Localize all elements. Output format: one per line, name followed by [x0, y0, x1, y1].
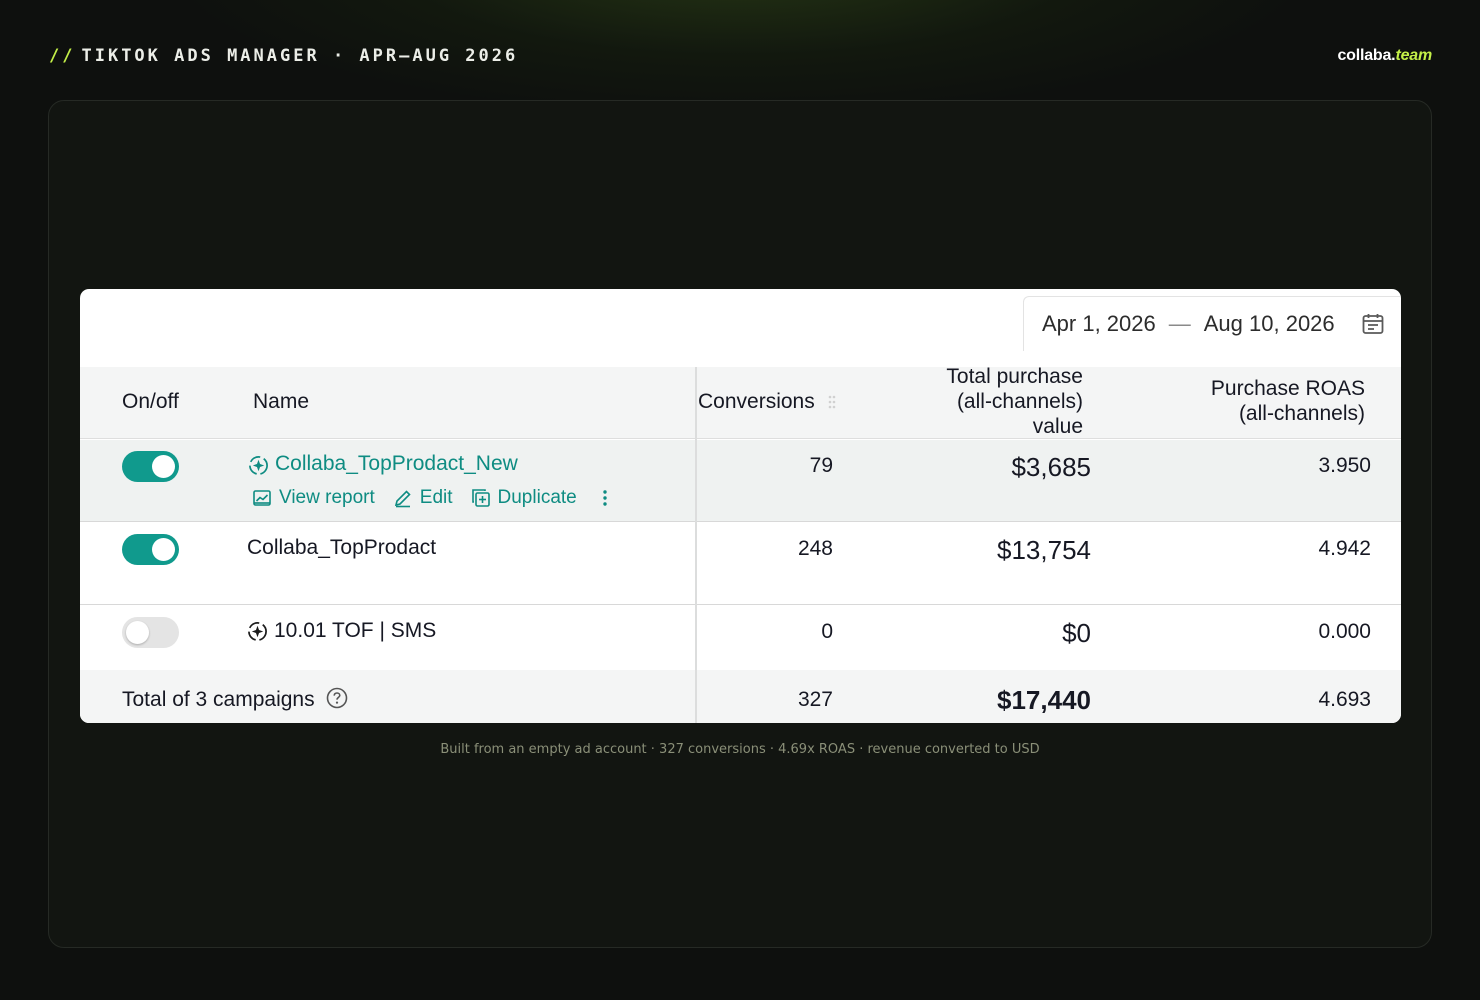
purchase-value-cell: $13,754: [997, 535, 1091, 565]
column-header-conversions[interactable]: Conversions: [698, 389, 837, 414]
drag-handle-icon[interactable]: [827, 394, 837, 410]
toggle-knob: [152, 455, 175, 478]
value-header-line2: (all-channels): [956, 390, 1083, 413]
roas-cell: 0.000: [1318, 620, 1371, 643]
total-purchase-value: $17,440: [997, 685, 1091, 715]
purchase-value-cell: $0: [1062, 618, 1091, 648]
total-label: Total of 3 campaigns: [122, 687, 348, 712]
calendar-icon[interactable]: [1361, 312, 1385, 336]
column-header-name[interactable]: Name: [253, 389, 309, 414]
table-row[interactable]: Collaba_TopProdact_New View report Edit: [80, 440, 1401, 522]
date-separator: —: [1168, 311, 1191, 336]
table-row[interactable]: 10.01 TOF | SMS 0 $0 0.000: [80, 606, 1401, 670]
campaign-toggle[interactable]: [122, 617, 179, 648]
title-slashes: //: [49, 46, 76, 66]
campaign-toggle[interactable]: [122, 451, 179, 482]
campaign-toggle[interactable]: [122, 534, 179, 565]
brand-main: collaba.: [1337, 47, 1396, 64]
brand-accent: team: [1395, 47, 1432, 64]
date-range-picker[interactable]: Apr 1, 2026 — Aug 10, 2026: [1023, 296, 1401, 351]
duplicate-icon: [471, 489, 490, 507]
roas-header-line1: Purchase ROAS: [1210, 377, 1365, 400]
value-header-line1: Total purchase: [946, 365, 1083, 388]
title-text: TIKTOK ADS MANAGER · APR–AUG 2026: [81, 46, 519, 66]
duplicate-label: Duplicate: [497, 487, 577, 508]
purchase-value-cell: $3,685: [1011, 452, 1091, 482]
value-header-line3: value: [1032, 415, 1083, 438]
campaign-name[interactable]: Collaba_TopProdact: [247, 536, 436, 560]
spark-icon: [248, 622, 267, 641]
report-icon: [253, 490, 271, 506]
total-conversions: 327: [797, 688, 833, 711]
date-start: Apr 1, 2026: [1042, 311, 1156, 336]
roas-cell: 3.950: [1318, 454, 1371, 477]
total-label-text: Total of 3 campaigns: [122, 688, 315, 711]
view-report-label: View report: [279, 487, 375, 508]
toggle-knob: [152, 538, 175, 561]
footnote: Built from an empty ad account · 327 con…: [440, 742, 1040, 757]
campaign-table-card: Apr 1, 2026 — Aug 10, 2026 On/off Name C…: [80, 289, 1401, 723]
campaign-name-link[interactable]: Collaba_TopProdact_New: [275, 452, 518, 476]
table-row[interactable]: Collaba_TopProdact 248 $13,754 4.942: [80, 523, 1401, 605]
toggle-knob: [126, 621, 149, 644]
total-roas: 4.693: [1318, 688, 1371, 711]
page-title: //TIKTOK ADS MANAGER · APR–AUG 2026: [49, 46, 518, 66]
row-actions: View report Edit Duplicate: [252, 487, 609, 509]
view-report-button[interactable]: View report: [252, 487, 375, 509]
spark-icon: [249, 456, 268, 475]
column-divider: [695, 367, 697, 723]
date-end: Aug 10, 2026: [1203, 311, 1335, 336]
conversions-header-label: Conversions: [698, 390, 815, 413]
brand-logo: collaba.team: [1337, 47, 1432, 65]
duplicate-button[interactable]: Duplicate: [471, 487, 577, 509]
conversions-cell: 248: [797, 537, 833, 560]
edit-button[interactable]: Edit: [393, 487, 453, 509]
conversions-cell: 79: [809, 454, 833, 477]
roas-cell: 4.942: [1318, 537, 1371, 560]
column-header-onoff: On/off: [122, 390, 179, 413]
column-header-roas[interactable]: Purchase ROAS (all-channels): [1211, 376, 1365, 426]
edit-label: Edit: [419, 487, 453, 508]
roas-header-line2: (all-channels): [1238, 402, 1365, 425]
column-header-value[interactable]: Total purchase (all-channels) value: [946, 364, 1083, 439]
conversions-cell: 0: [821, 620, 833, 643]
total-row: Total of 3 campaigns 327 $17,440 4.693: [80, 670, 1401, 723]
pencil-icon: [394, 490, 411, 508]
help-icon[interactable]: [326, 687, 348, 709]
table-header: On/off Name Conversions Total purchase (…: [80, 364, 1401, 439]
campaign-name[interactable]: 10.01 TOF | SMS: [274, 619, 436, 643]
more-options-icon[interactable]: [601, 488, 609, 508]
